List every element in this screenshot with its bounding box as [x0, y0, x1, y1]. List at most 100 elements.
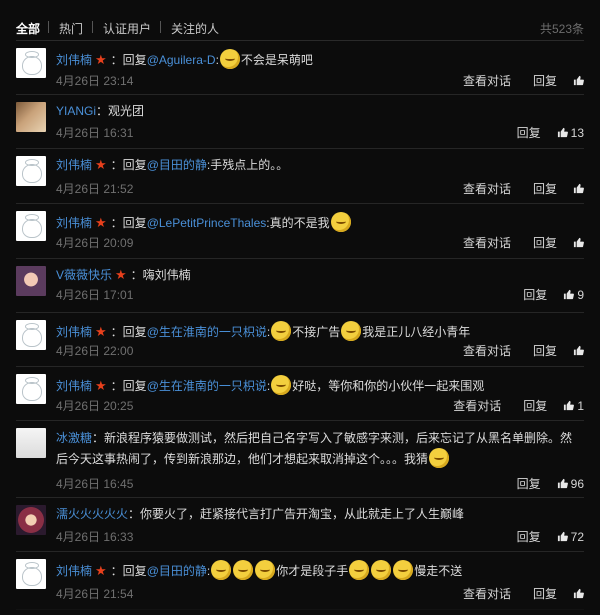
mention-link[interactable]: @生在淮南的一只枳说: [147, 379, 267, 393]
reply-link[interactable]: 回复: [517, 530, 541, 544]
view-conversation-link[interactable]: 查看对话: [463, 587, 511, 601]
comment-content: 刘伟楠 ★ ：回复@LePetitPrinceThales:真的不是我: [56, 212, 584, 232]
view-conversation-link[interactable]: 查看对话: [463, 236, 511, 250]
like-button[interactable]: 96: [557, 477, 584, 491]
comment-item: 刘伟楠 ★ ：回复@生在淮南的一只枳说: 好哒，等你和你的小伙伴一起来围观 4月26日 …: [16, 367, 584, 421]
like-button[interactable]: 9: [563, 288, 584, 302]
thumbs-up-icon: [557, 478, 568, 489]
comment-timestamp: 4月26日 23:14: [56, 74, 134, 88]
vip-star-icon: ★: [115, 267, 127, 282]
like-button[interactable]: [573, 344, 584, 358]
user-avatar[interactable]: [16, 211, 46, 241]
user-avatar[interactable]: [16, 266, 46, 296]
comment-item: 冰激糖：新浪程序猿要做测试，然后把自己名字写入了敏感字来测，后来忘记了从黑名单删…: [16, 421, 584, 498]
thumbs-up-icon: [557, 127, 568, 138]
like-button[interactable]: [573, 74, 584, 88]
comment-item: 刘伟楠 ★ ：回复@Aguilera-D: 不会是呆萌吧 4月26日 23:14 查看对话…: [16, 41, 584, 95]
reply-link[interactable]: 回复: [533, 182, 557, 196]
like-count: 9: [577, 288, 584, 302]
username-link[interactable]: 刘伟楠: [56, 325, 92, 339]
tab-verified-users[interactable]: 认证用户: [103, 20, 151, 37]
user-avatar[interactable]: [16, 48, 46, 78]
comment-text: :: [266, 379, 271, 393]
comment-text: 好哒，等你和你的小伙伴一起来围观: [292, 379, 485, 393]
tab-hot[interactable]: 热门: [59, 20, 83, 37]
username-link[interactable]: 刘伟楠: [56, 53, 92, 67]
comment-content: 濡火火火火火：你要火了，赶紧接代言打广告开淘宝，从此就走上了人生巅峰: [56, 506, 584, 522]
emoji-icon: [330, 212, 351, 232]
emoji-icon: [393, 560, 414, 580]
mention-link[interactable]: @生在淮南的一只枳说: [147, 325, 267, 339]
comment-timestamp: 4月26日 20:09: [56, 236, 134, 250]
username-link[interactable]: 刘伟楠: [56, 379, 92, 393]
comment-item: 濡火火火火火：你要火了，赶紧接代言打广告开淘宝，从此就走上了人生巅峰 4月26日 …: [16, 498, 584, 552]
tab-divider: [48, 21, 49, 33]
reply-link[interactable]: 回复: [517, 126, 541, 140]
comment-text: :: [215, 53, 219, 67]
view-conversation-link[interactable]: 查看对话: [463, 74, 511, 88]
username-link[interactable]: 濡火火火火火: [56, 507, 128, 521]
view-conversation-link[interactable]: 查看对话: [463, 182, 511, 196]
thumbs-up-icon: [573, 237, 584, 248]
username-link[interactable]: 刘伟楠: [56, 564, 92, 578]
comment-actions: 查看对话 回复: [441, 234, 584, 251]
comment-content: 刘伟楠 ★ ：回复@目田的静:手残点上的。。: [56, 157, 584, 173]
username-link[interactable]: 刘伟楠: [56, 158, 92, 172]
like-button[interactable]: [573, 236, 584, 250]
comment-text: 慢走不送: [414, 564, 463, 578]
user-avatar[interactable]: [16, 374, 46, 404]
reply-link[interactable]: 回复: [523, 399, 547, 413]
comment-item: YIANGi：观光团 4月26日 16:31 回复 13: [16, 95, 584, 149]
username-link[interactable]: 刘伟楠: [56, 216, 92, 230]
reply-link[interactable]: 回复: [533, 587, 557, 601]
comment-timestamp: 4月26日 21:54: [56, 587, 134, 601]
username-link[interactable]: YIANGi: [56, 104, 96, 118]
emoji-icon: [371, 560, 392, 580]
thumbs-up-icon: [563, 400, 575, 411]
user-avatar[interactable]: [16, 102, 46, 132]
thumbs-up-icon: [573, 75, 584, 86]
reply-link[interactable]: 回复: [533, 344, 557, 358]
reply-link[interactable]: 回复: [533, 236, 557, 250]
mention-link[interactable]: @LePetitPrinceThales: [147, 216, 267, 230]
tab-divider: [92, 21, 93, 33]
vip-star-icon: ★: [95, 324, 107, 339]
view-conversation-link[interactable]: 查看对话: [463, 344, 511, 358]
username-link[interactable]: V薇薇快乐: [56, 268, 112, 282]
mention-link[interactable]: @目田的静: [147, 564, 207, 578]
comment-item: 刘伟楠 ★ ：回复@LePetitPrinceThales:真的不是我 4月26日 2…: [16, 204, 584, 259]
user-avatar[interactable]: [16, 156, 46, 186]
thumbs-up-icon: [563, 289, 575, 300]
user-avatar[interactable]: [16, 320, 46, 350]
comment-text: :: [266, 325, 271, 339]
tab-following[interactable]: 关注的人: [171, 20, 219, 37]
comment-text: ：观光团: [96, 104, 145, 118]
user-avatar[interactable]: [16, 428, 46, 458]
username-link[interactable]: 冰激糖: [56, 431, 92, 445]
user-avatar[interactable]: [16, 559, 46, 589]
mention-link[interactable]: @Aguilera-D: [147, 53, 216, 67]
comment-text: ：嗨刘伟楠: [130, 268, 191, 282]
user-avatar[interactable]: [16, 505, 46, 535]
reply-link[interactable]: 回复: [533, 74, 557, 88]
comment-content: 刘伟楠 ★ ：回复@Aguilera-D: 不会是呆萌吧: [56, 49, 584, 69]
mention-link[interactable]: @目田的静: [147, 158, 207, 172]
like-button[interactable]: 72: [557, 530, 584, 544]
tab-all[interactable]: 全部: [16, 20, 40, 37]
vip-star-icon: ★: [95, 378, 107, 393]
emoji-icon: [219, 49, 240, 69]
like-button[interactable]: 13: [557, 126, 584, 140]
comment-actions: 回复 72: [495, 528, 584, 545]
like-button[interactable]: [573, 587, 584, 601]
view-conversation-link[interactable]: 查看对话: [453, 399, 501, 413]
comment-actions: 回复 13: [495, 124, 584, 141]
comment-content: YIANGi：观光团: [56, 103, 584, 119]
like-button[interactable]: 1: [563, 399, 584, 413]
comment-actions: 回复 96: [495, 475, 584, 492]
like-button[interactable]: [573, 182, 584, 196]
comment-content: 刘伟楠 ★ ：回复@目田的静: 你才是段子手 慢走不送: [56, 560, 584, 580]
reply-link[interactable]: 回复: [523, 288, 547, 302]
reply-link[interactable]: 回复: [517, 477, 541, 491]
emoji-icon: [271, 321, 292, 341]
comment-timestamp: 4月26日 20:25: [56, 399, 134, 413]
